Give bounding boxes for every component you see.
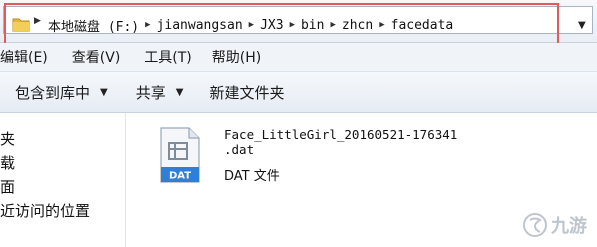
nav-item-downloads[interactable]: 载 xyxy=(0,152,15,173)
watermark-text: 九游 xyxy=(550,215,587,237)
file-name-line1: Face_LittleGirl_20160521-176341 xyxy=(224,127,458,142)
watermark-logo: 九游 xyxy=(523,213,587,237)
address-bar: ▶ 本地磁盘 (F:) ▶ jianwangsan ▶ JX3 ▶ bin ▶ … xyxy=(0,0,597,46)
crumb-separator-icon[interactable]: ▶ xyxy=(34,16,41,26)
crumb-zhcn[interactable]: zhcn xyxy=(342,18,373,33)
crumb-separator-icon[interactable]: ▶ xyxy=(330,20,335,30)
menu-edit[interactable]: 编辑(E) xyxy=(0,47,58,67)
dat-file-icon: DAT xyxy=(160,127,200,183)
menu-help[interactable]: 帮助(H) xyxy=(212,47,271,67)
file-type: DAT 文件 xyxy=(224,169,280,184)
nav-item-recent-places[interactable]: 近访问的位置 xyxy=(0,200,90,221)
crumb-separator-icon[interactable]: ▶ xyxy=(145,20,150,30)
nav-item-favorites[interactable]: 夹 xyxy=(0,128,15,149)
menu-tools[interactable]: 工具(T) xyxy=(144,47,201,67)
share-label: 共享 xyxy=(135,83,166,102)
chevron-down-icon: ▼ xyxy=(100,86,108,98)
breadcrumb: 本地磁盘 (F:) ▶ jianwangsan ▶ JX3 ▶ bin ▶ zh… xyxy=(48,15,453,35)
crumb-separator-icon[interactable]: ▶ xyxy=(290,20,295,30)
include-library-label: 包含到库中 xyxy=(15,83,91,102)
navigation-pane: 夹 载 面 近访问的位置 xyxy=(0,113,126,247)
menu-bar: 编辑(E) 查看(V) 工具(T) 帮助(H) xyxy=(0,43,597,72)
crumb-drive[interactable]: 本地磁盘 (F:) xyxy=(48,16,139,35)
dat-badge-label: DAT xyxy=(169,171,191,182)
new-folder-button[interactable]: 新建文件夹 xyxy=(209,82,284,103)
address-dropdown-icon[interactable]: ▼ xyxy=(578,20,586,31)
crumb-jianwangsan[interactable]: jianwangsan xyxy=(157,18,243,33)
nav-item-desktop[interactable]: 面 xyxy=(0,176,15,197)
include-library-button[interactable]: 包含到库中 ▼ xyxy=(15,82,108,103)
address-field[interactable]: ▶ 本地磁盘 (F:) ▶ jianwangsan ▶ JX3 ▶ bin ▶ … xyxy=(3,6,593,35)
crumb-separator-icon[interactable]: ▶ xyxy=(249,20,254,30)
chevron-down-icon: ▼ xyxy=(175,86,184,98)
toolbar: 包含到库中 ▼ 共享 ▼ 新建文件夹 xyxy=(0,72,597,113)
file-name-line2: .dat xyxy=(224,142,255,157)
new-folder-label: 新建文件夹 xyxy=(209,83,285,102)
crumb-facedata[interactable]: facedata xyxy=(391,18,454,33)
menu-view[interactable]: 查看(V) xyxy=(72,47,131,67)
share-button[interactable]: 共享 ▼ xyxy=(136,82,184,103)
file-name: Face_LittleGirl_20160521-176341 .dat xyxy=(224,127,457,157)
crumb-bin[interactable]: bin xyxy=(301,18,324,33)
folder-icon xyxy=(12,18,30,32)
crumb-separator-icon[interactable]: ▶ xyxy=(379,20,384,30)
crumb-jx3[interactable]: JX3 xyxy=(260,18,283,33)
